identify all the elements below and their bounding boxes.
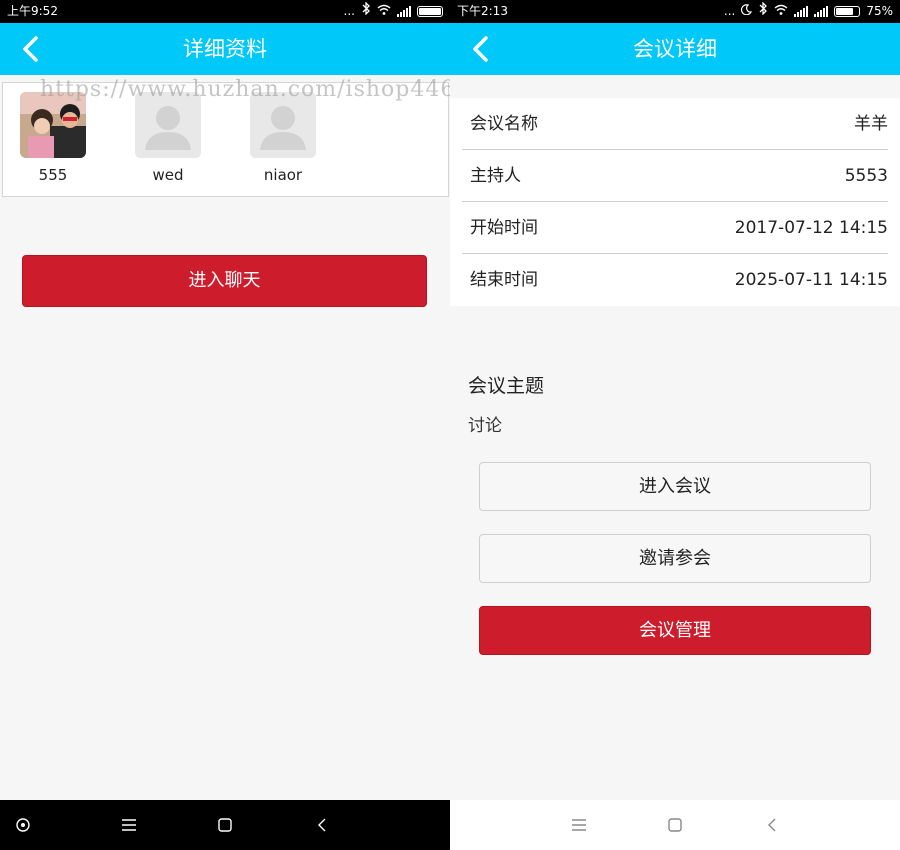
home-icon[interactable] xyxy=(213,813,237,837)
info-value: 5553 xyxy=(844,166,888,186)
page-title: 会议详细 xyxy=(633,37,717,61)
signal-icon-2 xyxy=(814,6,829,17)
member-item[interactable]: niaor xyxy=(243,92,323,184)
right-screen: 下午2:13 ... 75% 会议详细 会议名称 羊羊 主持人 5553 开始时… xyxy=(450,0,900,850)
more-dots: ... xyxy=(723,4,736,18)
system-nav-bar xyxy=(0,800,450,850)
menu-icon[interactable] xyxy=(567,813,591,837)
info-row-end: 结束时间 2025-07-11 14:15 xyxy=(462,254,888,306)
info-label: 会议名称 xyxy=(470,114,538,134)
home-icon[interactable] xyxy=(663,813,687,837)
info-label: 结束时间 xyxy=(470,270,538,290)
status-bar: 下午2:13 ... 75% xyxy=(450,0,900,23)
info-row-start: 开始时间 2017-07-12 14:15 xyxy=(462,202,888,254)
info-value: 羊羊 xyxy=(854,114,888,134)
manage-meeting-button[interactable]: 会议管理 xyxy=(479,606,871,655)
enter-meeting-button[interactable]: 进入会议 xyxy=(479,462,871,511)
bluetooth-icon xyxy=(361,0,371,23)
back-icon[interactable] xyxy=(311,813,335,837)
enter-chat-button[interactable]: 进入聊天 xyxy=(22,255,427,307)
topic-text: 讨论 xyxy=(468,416,502,436)
info-row-name: 会议名称 羊羊 xyxy=(462,98,888,150)
back-icon[interactable] xyxy=(761,813,785,837)
app-bar: 会议详细 xyxy=(450,23,900,75)
signal-icon xyxy=(397,6,411,17)
battery-percent: 75% xyxy=(866,4,893,18)
system-nav-bar xyxy=(450,800,900,850)
status-time: 上午9:52 xyxy=(7,4,58,18)
member-name: niaor xyxy=(263,166,303,184)
watermark-text: https://www.huzhan.com/ishop44660 xyxy=(40,77,450,102)
status-icons: ... 75% xyxy=(724,0,893,23)
meeting-info-list: 会议名称 羊羊 主持人 5553 开始时间 2017-07-12 14:15 结… xyxy=(450,98,900,306)
bluetooth-icon xyxy=(758,0,768,23)
info-label: 开始时间 xyxy=(470,218,538,238)
info-value: 2025-07-11 14:15 xyxy=(734,270,888,290)
menu-icon[interactable] xyxy=(117,813,141,837)
topic-heading: 会议主题 xyxy=(468,375,545,397)
member-name: wed xyxy=(152,166,184,184)
wifi-icon xyxy=(377,0,391,23)
wifi-icon xyxy=(774,0,788,23)
app-bar: 详细资料 xyxy=(0,23,450,75)
signal-icon xyxy=(794,6,809,17)
member-item[interactable]: wed xyxy=(128,92,208,184)
info-row-host: 主持人 5553 xyxy=(462,150,888,202)
moon-icon xyxy=(741,0,753,23)
battery-icon xyxy=(417,6,443,17)
status-bar: 上午9:52 ... xyxy=(0,0,450,23)
invite-button[interactable]: 邀请参会 xyxy=(479,534,871,583)
status-icons: ... xyxy=(344,0,443,23)
member-name: 555 xyxy=(38,166,68,184)
status-time: 下午2:13 xyxy=(457,4,508,18)
page-title: 详细资料 xyxy=(183,37,267,61)
battery-icon xyxy=(834,6,861,17)
left-screen: 上午9:52 ... 详细资料 https://www.huzhan.com/i… xyxy=(0,0,450,850)
more-dots: ... xyxy=(343,4,355,18)
info-label: 主持人 xyxy=(470,166,521,186)
assistant-icon[interactable] xyxy=(11,813,35,837)
member-item[interactable]: 555 xyxy=(13,92,93,184)
info-value: 2017-07-12 14:15 xyxy=(734,218,888,238)
